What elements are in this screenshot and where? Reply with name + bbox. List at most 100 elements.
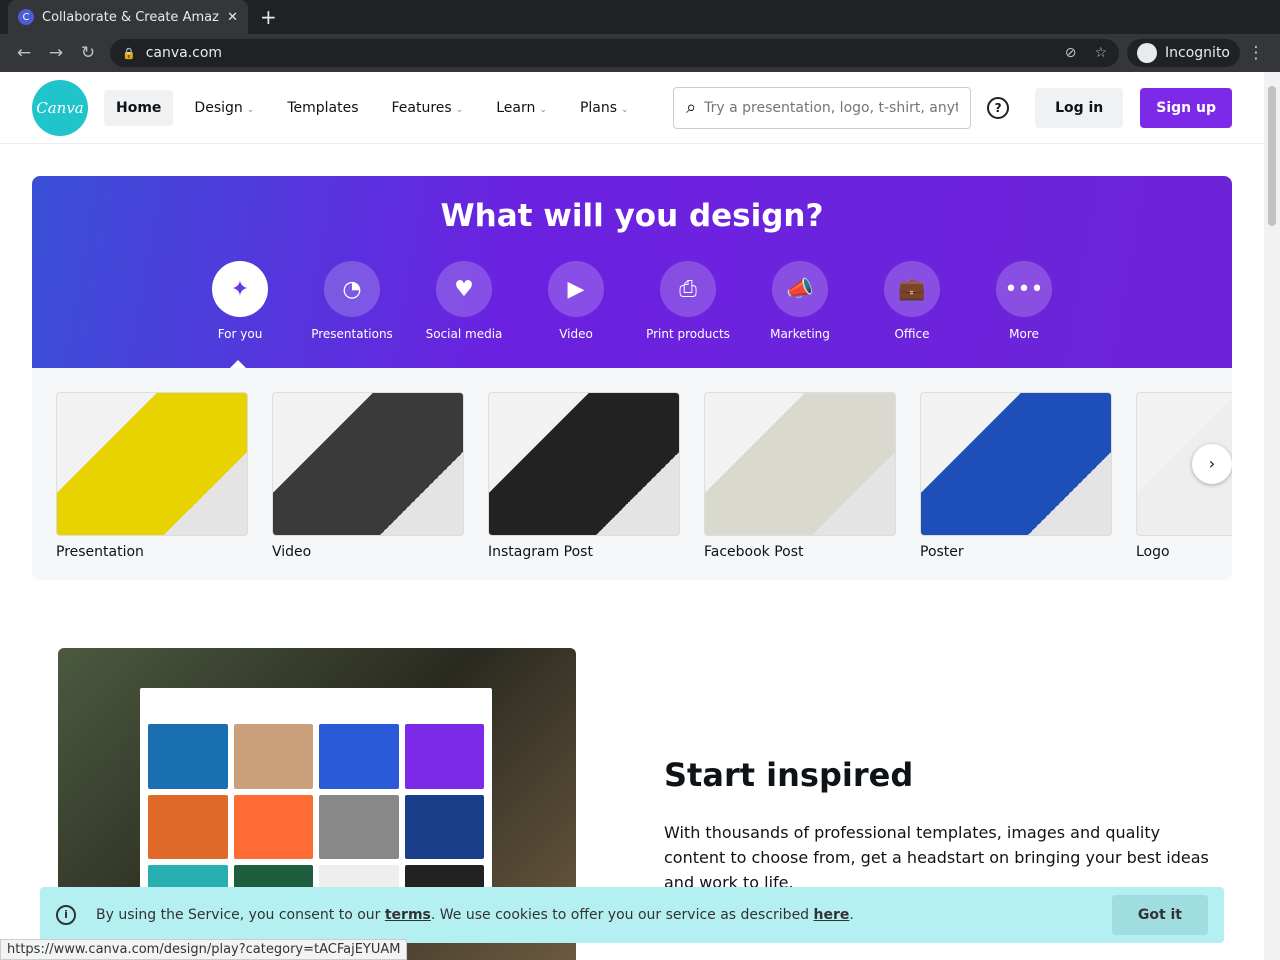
category-item[interactable]: 💼 Office (856, 261, 968, 341)
category-icon: ◔ (324, 261, 380, 317)
search-box[interactable]: ⌕ (673, 86, 972, 129)
template-thumbnail (148, 724, 228, 789)
profile-label: Incognito (1165, 45, 1230, 61)
category-item[interactable]: ◔ Presentations (296, 261, 408, 341)
back-icon[interactable]: ← (8, 43, 40, 63)
category-icon: ⎙ (660, 261, 716, 317)
nav-label: Design (194, 99, 243, 116)
cookie-text: By using the Service, you consent to our… (96, 907, 854, 923)
status-url: https://www.canva.com/design/play?catego… (0, 939, 408, 960)
chevron-down-icon: ⌄ (621, 104, 629, 115)
terms-link[interactable]: terms (385, 907, 431, 923)
category-list: ✦ For you ◔ Presentations ♥ Social media ▶ Vide… (184, 261, 1080, 341)
category-label: Video (559, 327, 593, 341)
category-icon: ▶ (548, 261, 604, 317)
chevron-down-icon: ⌄ (539, 104, 547, 115)
start-inspired-section: Start inspired With thousands of profess… (664, 756, 1224, 895)
category-label: Print products (646, 327, 730, 341)
template-thumbnail (404, 794, 484, 860)
category-item[interactable]: ▶ Video (520, 261, 632, 341)
category-item[interactable]: ♥ Social media (408, 261, 520, 341)
menu-icon[interactable]: ⋮ (1240, 43, 1272, 63)
site-header: Canva Home Design ⌄ Templates Features ⌄ L… (0, 72, 1264, 144)
selected-indicator (230, 352, 246, 368)
template-thumbnail (404, 724, 484, 789)
reload-icon[interactable]: ↻ (72, 43, 104, 63)
nav-home[interactable]: Home (104, 89, 174, 126)
design-thumbnail (56, 392, 248, 536)
url-field[interactable]: 🔒 canva.com ⊘ ☆ (110, 39, 1120, 67)
design-card[interactable]: Poster (920, 392, 1112, 560)
browser-tab[interactable]: C Collaborate & Create Amaz ✕ (8, 0, 248, 34)
cookie-text-post: . (849, 907, 854, 923)
search-input[interactable] (704, 99, 959, 116)
template-thumbnail (233, 794, 313, 860)
incognito-badge[interactable]: Incognito (1127, 39, 1240, 67)
cookie-text-mid: . We use cookies to offer you our servic… (430, 907, 814, 923)
chevron-down-icon: ⌄ (246, 104, 255, 115)
nav-plans[interactable]: Plans ⌄ (568, 90, 641, 126)
section-body: With thousands of professional templates… (664, 823, 1209, 892)
category-item[interactable]: ••• More (968, 261, 1080, 341)
new-tab-icon[interactable]: + (260, 5, 277, 29)
category-icon: ✦ (212, 261, 268, 317)
got-it-button[interactable]: Got it (1111, 895, 1208, 935)
category-label: For you (217, 327, 263, 341)
nav-label: Learn (496, 99, 536, 116)
design-label: Poster (920, 544, 964, 560)
forward-icon[interactable]: → (40, 43, 72, 63)
design-card[interactable]: Instagram Post (488, 392, 680, 560)
search-icon: ⌕ (686, 97, 697, 118)
category-item[interactable]: ✦ For you (184, 261, 296, 341)
canva-logo[interactable]: Canva (32, 79, 88, 136)
category-item[interactable]: ⎙ Print products (632, 261, 744, 341)
category-label: Marketing (770, 327, 830, 341)
scrollbar[interactable] (1264, 72, 1280, 960)
help-icon[interactable]: ? (987, 96, 1010, 119)
url-text: canva.com (145, 45, 223, 61)
design-thumbnail (272, 392, 464, 536)
chevron-down-icon: ⌄ (455, 104, 464, 115)
info-icon: i (56, 905, 76, 925)
nav-design[interactable]: Design ⌄ (182, 90, 266, 126)
cookie-text-pre: By using the Service, you consent to our (96, 907, 385, 923)
tab-title: Collaborate & Create Amaz (42, 9, 219, 25)
browser-tabbar: C Collaborate & Create Amaz ✕ + (0, 0, 1280, 34)
hero-title: What will you design? (440, 198, 824, 234)
category-label: Social media (425, 327, 503, 341)
eye-off-icon[interactable]: ⊘ (1065, 45, 1077, 61)
design-card[interactable]: Facebook Post (704, 392, 896, 560)
template-thumbnail (148, 794, 228, 860)
design-label: Facebook Post (704, 544, 804, 560)
category-icon: 💼 (884, 261, 940, 317)
category-item[interactable]: 📣 Marketing (744, 261, 856, 341)
canva-favicon-icon: C (18, 9, 34, 25)
template-thumbnail (233, 724, 313, 789)
design-type-carousel: Presentation Video Instagram Post Facebook … (32, 368, 1232, 580)
carousel-next-button[interactable]: › (1192, 444, 1232, 484)
category-label: More (1009, 327, 1039, 341)
nav-features[interactable]: Features ⌄ (380, 90, 476, 126)
here-link[interactable]: here (814, 907, 850, 923)
design-card[interactable]: Presentation (56, 392, 248, 560)
category-label: Office (894, 327, 930, 341)
scrollbar-thumb[interactable] (1268, 86, 1276, 226)
template-thumbnail (319, 794, 399, 860)
category-label: Presentations (311, 327, 393, 341)
nav-learn[interactable]: Learn ⌄ (484, 90, 559, 126)
lock-icon: 🔒 (122, 46, 136, 60)
category-icon: 📣 (772, 261, 828, 317)
nav-templates[interactable]: Templates (275, 90, 370, 126)
page: Canva Home Design ⌄ Templates Features ⌄ L… (0, 72, 1264, 960)
design-card[interactable]: Video (272, 392, 464, 560)
star-icon[interactable]: ☆ (1094, 45, 1107, 61)
nav-label: Plans (579, 99, 618, 116)
design-thumbnail (920, 392, 1112, 536)
login-button[interactable]: Log in (1035, 87, 1124, 128)
category-icon: ••• (996, 261, 1052, 317)
cookie-banner: i By using the Service, you consent to o… (40, 887, 1224, 943)
signup-button[interactable]: Sign up (1140, 87, 1232, 128)
design-label: Instagram Post (488, 544, 593, 560)
design-label: Logo (1136, 544, 1170, 560)
close-tab-icon[interactable]: ✕ (227, 10, 238, 25)
